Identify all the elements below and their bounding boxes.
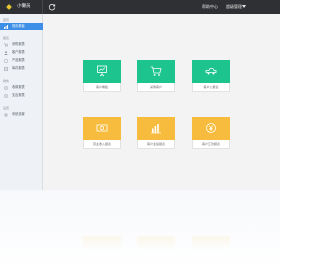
header-divider [42,0,43,14]
sidebar: 首页 首页看板 报表 采购报表 客户报表 产品报表 库存报表 财务 收款报表 支… [0,14,43,190]
sidebar-item-label: 支出报表 [12,93,25,97]
sidebar-item-label: 首页看板 [12,24,25,28]
dashboard-icon [4,24,8,29]
sidebar-section-settings: 设置 [3,106,10,110]
tile-icon-area [137,60,175,83]
tile-icon-area [137,117,175,140]
reflection-tile [83,236,121,250]
sidebar-item-dashboard[interactable]: 首页看板 [0,23,43,30]
tile-revenue-report[interactable]: 营业收入报表 [83,117,121,149]
sidebar-item-purchase[interactable]: 采购报表 [0,41,43,48]
logo-icon[interactable] [5,3,13,11]
sidebar-item-label: 产品报表 [12,58,25,62]
sidebar-item-expense[interactable]: 支出报表 [0,92,43,99]
user-menu-label: 超级管理 [226,4,242,9]
presentation-icon [97,65,107,77]
tile-icon-area [192,117,230,140]
inventory-icon [4,66,8,71]
sidebar-section-reports: 报表 [3,36,10,40]
tile-remittance-report[interactable]: 客户汇款报表 [192,117,230,149]
tile-label: 客户公报表 [192,83,230,92]
tile-customer-board[interactable]: 客户看板 [83,60,121,92]
tile-label: 客户看板 [83,83,121,92]
product-icon [4,58,8,63]
tile-icon-area [83,60,121,83]
reflection-tile [192,236,230,250]
sidebar-item-label: 客户报表 [12,50,25,54]
sidebar-item-label: 系统设置 [12,112,25,116]
sidebar-item-inventory[interactable]: 库存报表 [0,65,43,72]
refresh-icon[interactable] [48,3,56,11]
chevron-down-icon [242,5,246,8]
sidebar-item-customer[interactable]: 客户报表 [0,49,43,56]
sidebar-item-income[interactable]: 收款报表 [0,84,43,91]
tile-performance-report[interactable]: 客户业绩报表 [137,117,175,149]
tile-customer-report[interactable]: 客户公报表 [192,60,230,92]
tile-label: 客户业绩报表 [137,140,175,149]
sidebar-item-label: 采购报表 [12,42,25,46]
top-bar: 小懒员 帮助中心 超级管理 [0,0,280,14]
tile-icon-area [83,117,121,140]
sidebar-section-finance: 财务 [3,79,10,83]
help-center-link[interactable]: 帮助中心 [202,2,218,11]
sidebar-item-label: 库存报表 [12,66,25,70]
cart-icon [4,42,8,47]
tile-label: 采购客户 [137,83,175,92]
sidebar-item-label: 收款报表 [12,85,25,89]
app-title: 小懒员 [17,4,31,9]
tile-icon-area [192,60,230,83]
yen-coin-icon [206,123,216,133]
window-reflection [0,190,280,270]
customer-icon [4,50,8,55]
money-icon [96,124,108,132]
user-menu[interactable]: 超级管理 [226,2,246,11]
tile-label: 营业收入报表 [83,140,121,149]
expense-icon [4,93,8,98]
tile-purchase-customer[interactable]: 采购客户 [137,60,175,92]
reflection-tile [137,236,175,250]
sidebar-item-product[interactable]: 产品报表 [0,57,43,64]
bar-chart-icon [151,124,161,134]
sidebar-section-home: 首页 [3,18,10,22]
settings-icon [4,112,8,117]
cart-icon [150,66,162,76]
tile-label: 客户汇款报表 [192,140,230,149]
dashboard-content: 客户看板 采购客户 客户公报表 营业收入报表 客户业绩报表 客户汇款报表 [43,14,280,190]
income-icon [4,85,8,90]
truck-icon [205,68,217,75]
sidebar-item-settings[interactable]: 系统设置 [0,111,43,118]
